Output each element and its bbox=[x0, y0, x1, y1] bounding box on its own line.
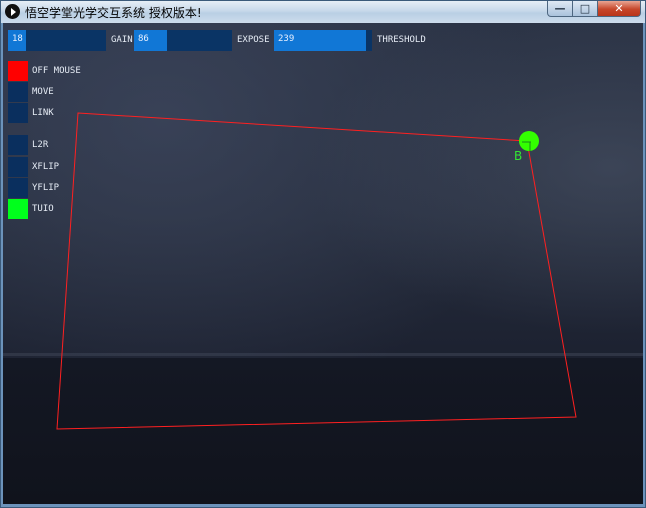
calibration-quad[interactable] bbox=[56, 112, 577, 430]
app-window: 悟空学堂光学交互系统 授权版本! — □ ✕ 18 GAIN 86 EXPOSE… bbox=[0, 0, 646, 508]
minimize-button[interactable]: — bbox=[547, 1, 573, 17]
close-button[interactable]: ✕ bbox=[598, 1, 641, 17]
window-controls: — □ ✕ bbox=[547, 1, 641, 18]
calibration-point-label: B bbox=[514, 149, 522, 163]
maximize-button[interactable]: □ bbox=[573, 1, 598, 17]
app-play-icon[interactable] bbox=[5, 4, 20, 19]
calibration-overlay: B bbox=[56, 112, 577, 430]
camera-view[interactable]: 18 GAIN 86 EXPOSE 239 THRESHOLD OFF MOUS… bbox=[3, 23, 643, 504]
calibration-point-b[interactable] bbox=[519, 131, 539, 151]
window-title: 悟空学堂光学交互系统 授权版本! bbox=[25, 6, 202, 20]
title-bar[interactable]: 悟空学堂光学交互系统 授权版本! — □ ✕ bbox=[1, 1, 645, 23]
